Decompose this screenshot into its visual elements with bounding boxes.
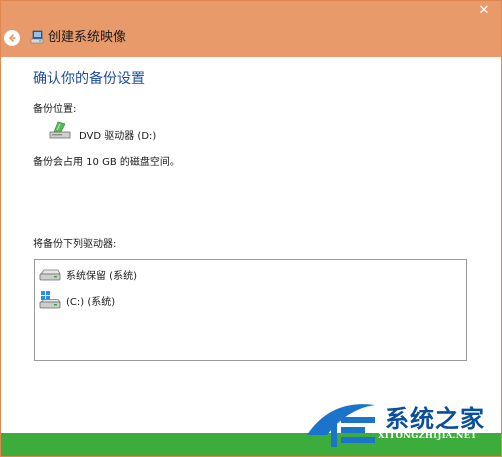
backup-location-value: DVD 驱动器 (D:) (79, 131, 157, 142)
windows-drive-icon (39, 291, 61, 309)
hard-drive-icon (39, 269, 61, 281)
dvd-drive-icon (49, 121, 71, 139)
back-arrow-icon (8, 33, 16, 43)
close-button[interactable]: ✕ (467, 1, 501, 21)
drive-item-label: (C:) (系统) (66, 296, 116, 308)
backup-location-label: 备份位置: (33, 104, 77, 115)
watermark-text: 系统之家 (385, 404, 485, 433)
drive-item-label: 系统保留 (系统) (66, 270, 137, 282)
back-button[interactable] (4, 30, 20, 46)
drives-to-backup-label: 将备份下列驱动器: (33, 239, 117, 250)
watermark-url: XITONGZHIJIA.NET (378, 431, 477, 441)
title-bar: ✕ 创建系统映像 (1, 1, 501, 57)
drive-item-system-reserved[interactable]: 系统保留 (系统) (38, 264, 137, 284)
page-heading: 确认你的备份设置 (33, 71, 145, 87)
system-image-icon (30, 30, 44, 44)
drive-list[interactable]: 系统保留 (系统) (C:) (系统) (34, 259, 467, 361)
create-system-image-window: ✕ 创建系统映像 确认你的备份设置 备份位置: DVD 驱动器 (D:) 备份会… (0, 0, 502, 457)
drive-item-c[interactable]: (C:) (系统) (38, 290, 115, 310)
space-required-note: 备份会占用 10 GB 的磁盘空间。 (33, 157, 180, 168)
window-title: 创建系统映像 (48, 30, 127, 45)
watermark-logo-icon (307, 404, 375, 447)
watermark: 系统之家 XITONGZHIJIA.NET (301, 393, 501, 456)
